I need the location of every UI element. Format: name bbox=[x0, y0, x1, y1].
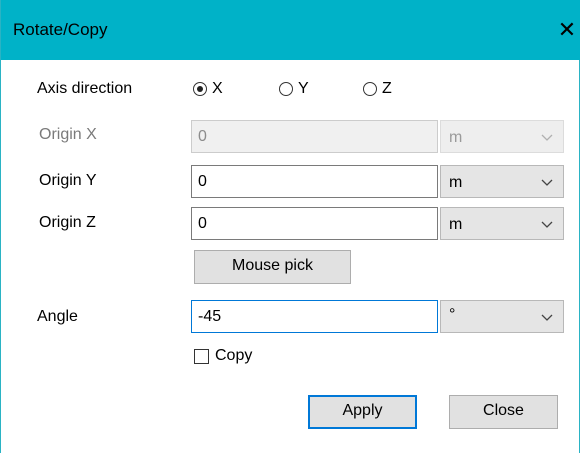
angle-unit-select[interactable]: ° bbox=[440, 300, 564, 333]
radio-checked-icon bbox=[193, 82, 207, 96]
radio-unchecked-icon bbox=[363, 82, 377, 96]
origin-z-unit-value: m bbox=[449, 216, 463, 233]
radio-unchecked-icon bbox=[279, 82, 293, 96]
rotate-copy-dialog: Rotate/Copy ✕ Axis direction X Y Z Origi… bbox=[0, 0, 580, 453]
angle-unit-value: ° bbox=[449, 306, 456, 323]
axis-radio-z[interactable]: Z bbox=[363, 78, 392, 100]
chevron-down-icon bbox=[541, 221, 553, 228]
axis-direction-label: Axis direction bbox=[37, 80, 133, 97]
origin-z-input[interactable]: 0 bbox=[191, 207, 438, 240]
origin-x-unit-value: m bbox=[449, 129, 463, 146]
chevron-down-icon bbox=[541, 179, 553, 186]
origin-z-unit-select[interactable]: m bbox=[440, 207, 564, 240]
window-title: Rotate/Copy bbox=[13, 20, 108, 39]
origin-x-input: 0 bbox=[191, 120, 438, 153]
origin-z-label: Origin Z bbox=[39, 214, 96, 231]
axis-radio-y-label: Y bbox=[298, 80, 309, 97]
axis-radio-group: X Y Z bbox=[191, 78, 421, 100]
axis-radio-x-label: X bbox=[212, 80, 223, 97]
chevron-down-icon bbox=[541, 134, 553, 141]
angle-label: Angle bbox=[37, 308, 78, 325]
origin-y-unit-select[interactable]: m bbox=[440, 165, 564, 198]
origin-y-label: Origin Y bbox=[39, 172, 97, 189]
title-bar[interactable]: Rotate/Copy ✕ bbox=[1, 0, 580, 60]
origin-x-label: Origin X bbox=[39, 126, 97, 143]
mouse-pick-button[interactable]: Mouse pick bbox=[194, 250, 351, 284]
origin-y-input[interactable]: 0 bbox=[191, 165, 438, 198]
copy-checkbox-label: Copy bbox=[215, 347, 253, 364]
origin-y-unit-value: m bbox=[449, 174, 463, 191]
checkbox-unchecked-icon bbox=[194, 348, 209, 364]
close-button[interactable]: Close bbox=[449, 395, 558, 429]
axis-radio-x[interactable]: X bbox=[193, 78, 223, 100]
close-icon[interactable]: ✕ bbox=[553, 17, 580, 45]
axis-radio-y[interactable]: Y bbox=[279, 78, 309, 100]
apply-button[interactable]: Apply bbox=[308, 395, 417, 429]
angle-input[interactable]: -45 bbox=[191, 300, 438, 333]
origin-x-unit-select: m bbox=[440, 120, 564, 153]
copy-checkbox[interactable]: Copy bbox=[194, 346, 252, 366]
axis-radio-z-label: Z bbox=[382, 80, 392, 97]
chevron-down-icon bbox=[541, 314, 553, 321]
